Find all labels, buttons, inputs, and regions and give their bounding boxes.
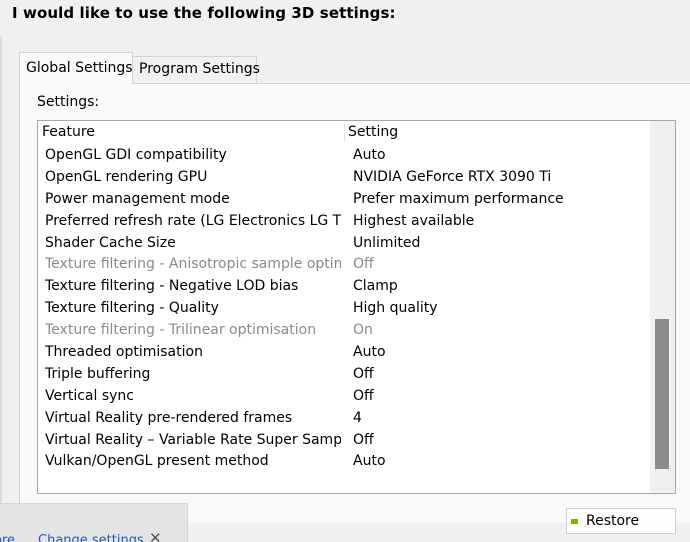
settings-row[interactable]: Texture filtering - Anisotropic sample o…: [38, 254, 650, 276]
column-separator[interactable]: [344, 124, 345, 142]
setting-value[interactable]: Off: [353, 256, 374, 272]
settings-label: Settings:: [37, 94, 100, 110]
setting-value[interactable]: Highest available: [353, 213, 474, 229]
setting-feature-name: Triple buffering: [45, 365, 151, 382]
setting-value[interactable]: Off: [353, 366, 374, 382]
nvidia-control-panel-page: I would like to use the following 3D set…: [0, 0, 690, 542]
notification-link-partial[interactable]: ore: [0, 533, 15, 542]
settings-row[interactable]: Virtual Reality pre-rendered frames 4: [38, 408, 650, 430]
scrollbar-thumb[interactable]: [655, 319, 669, 469]
setting-feature-name: Texture filtering - Anisotropic sample o…: [45, 256, 341, 273]
settings-row[interactable]: Virtual Reality – Variable Rate Super Sa…: [38, 430, 650, 452]
setting-feature-name: OpenGL rendering GPU: [45, 168, 208, 185]
settings-row[interactable]: Power management mode Prefer maximum perf…: [38, 189, 650, 211]
setting-value[interactable]: On: [353, 322, 373, 338]
notification-toast: ore Change settings ✕: [0, 503, 188, 542]
settings-row[interactable]: Texture filtering - Trilinear optimisati…: [38, 320, 650, 342]
page-heading: I would like to use the following 3D set…: [12, 4, 396, 22]
restore-button-label: Restore: [586, 513, 640, 529]
setting-value[interactable]: High quality: [353, 300, 438, 316]
setting-feature-name: Texture filtering - Trilinear optimisati…: [45, 322, 317, 339]
column-header-setting[interactable]: Setting: [348, 124, 398, 140]
setting-value[interactable]: 4: [353, 410, 362, 426]
settings-row[interactable]: Preferred refresh rate (LG Electronics L…: [38, 211, 650, 233]
setting-value[interactable]: Auto: [353, 453, 386, 469]
settings-row[interactable]: Texture filtering - Negative LOD bias Cla…: [38, 276, 650, 298]
setting-feature-name: Texture filtering - Negative LOD bias: [45, 278, 299, 295]
setting-feature-name: OpenGL GDI compatibility: [45, 147, 227, 163]
setting-value[interactable]: Clamp: [353, 278, 398, 294]
setting-value[interactable]: Prefer maximum performance: [353, 191, 564, 207]
settings-row[interactable]: Triple buffering Off: [38, 364, 650, 386]
setting-value[interactable]: Auto: [353, 147, 386, 163]
setting-feature-name: Texture filtering - Quality: [45, 300, 219, 317]
settings-list[interactable]: Feature Setting OpenGL GDI compatibility…: [37, 120, 676, 494]
vertical-scrollbar[interactable]: [650, 121, 675, 493]
setting-feature-name: Threaded optimisation: [45, 344, 203, 361]
settings-row[interactable]: Vertical sync Off: [38, 386, 650, 408]
setting-value[interactable]: Off: [353, 432, 374, 448]
column-header-feature[interactable]: Feature: [42, 124, 95, 140]
settings-rows: OpenGL GDI compatibility Auto OpenGL rende…: [38, 145, 650, 473]
settings-row[interactable]: Shader Cache Size Unlimited: [38, 233, 650, 255]
setting-feature-name: Power management mode: [45, 190, 230, 207]
settings-row[interactable]: OpenGL rendering GPU NVIDIA GeForce RTX 3…: [38, 167, 650, 189]
settings-row[interactable]: Vulkan/OpenGL present method Auto: [38, 451, 650, 473]
setting-feature-name: Shader Cache Size: [45, 234, 176, 251]
settings-row[interactable]: OpenGL GDI compatibility Auto: [38, 145, 650, 167]
settings-row[interactable]: Threaded optimisation Auto: [38, 342, 650, 364]
setting-value[interactable]: NVIDIA GeForce RTX 3090 Ti: [353, 169, 551, 185]
nvidia-logo-icon: [571, 519, 578, 524]
tab-global-settings[interactable]: Global Settings: [19, 52, 133, 84]
setting-feature-name: Vulkan/OpenGL present method: [45, 453, 269, 470]
setting-feature-name: Virtual Reality – Variable Rate Super Sa…: [45, 431, 341, 448]
setting-value[interactable]: Off: [353, 388, 374, 404]
setting-feature-name: Preferred refresh rate (LG Electronics L…: [45, 212, 341, 229]
left-divider: [0, 36, 2, 506]
close-icon[interactable]: ✕: [149, 529, 162, 542]
setting-feature-name: Virtual Reality pre-rendered frames: [45, 409, 293, 426]
change-settings-link[interactable]: Change settings: [38, 533, 144, 542]
setting-value[interactable]: Auto: [353, 344, 386, 360]
settings-row[interactable]: Texture filtering - Quality High quality: [38, 298, 650, 320]
restore-button[interactable]: Restore: [566, 508, 676, 534]
list-header: Feature Setting: [38, 121, 650, 145]
setting-feature-name: Vertical sync: [45, 387, 135, 404]
tab-program-settings[interactable]: Program Settings: [133, 56, 260, 83]
setting-value[interactable]: Unlimited: [353, 235, 420, 251]
